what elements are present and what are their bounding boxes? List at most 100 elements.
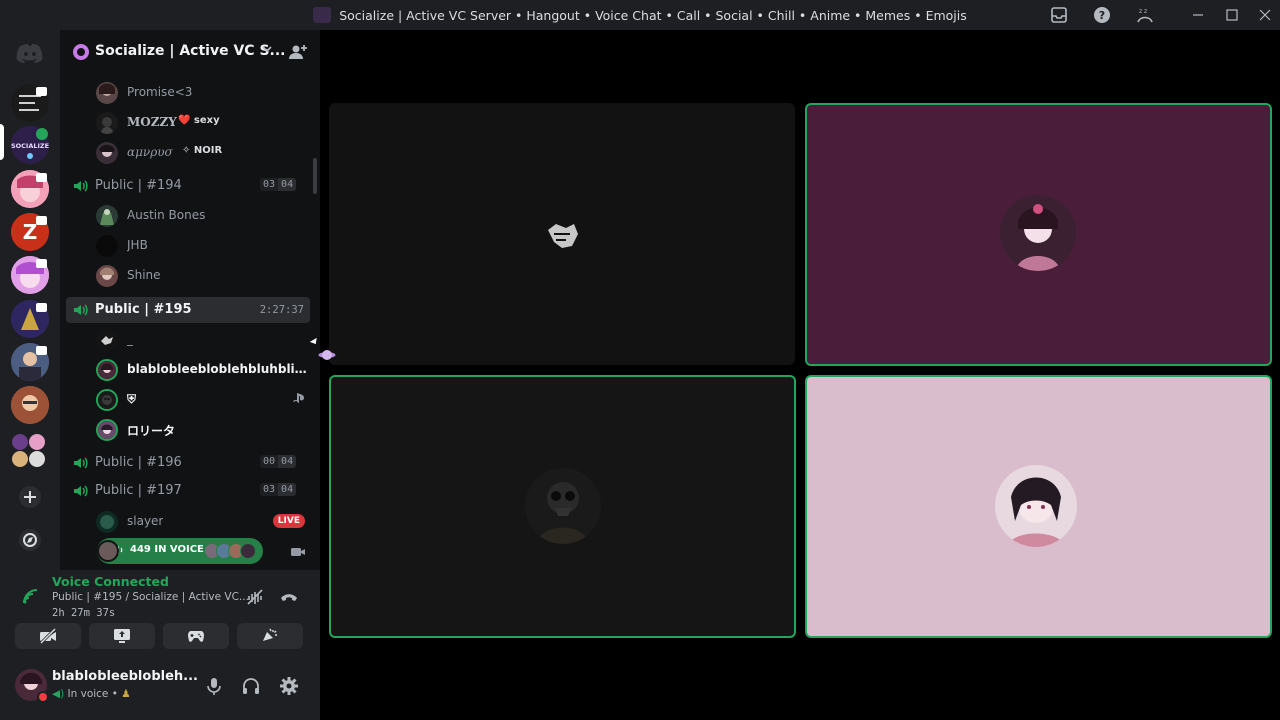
window-title-text: Socialize | Active VC Server • Hangout •…	[339, 8, 967, 23]
svg-text:Z: Z	[23, 220, 38, 244]
noise-suppression-icon[interactable]	[246, 588, 264, 606]
add-server-icon[interactable]	[18, 485, 42, 509]
server-name: Socialize | Active VC S...	[95, 43, 286, 59]
speaker-icon: ◀)	[52, 688, 65, 700]
voice-connection-panel: Voice Connected Public | #195 / Socializ…	[0, 570, 320, 656]
soundboard-button[interactable]	[237, 623, 303, 649]
voice-channel-196[interactable]: Public | #196 00 04	[66, 450, 310, 476]
voice-channel-194[interactable]: Public | #194 03 04	[66, 173, 310, 199]
gear-icon	[280, 677, 298, 695]
channel-name: Public | #197	[95, 483, 182, 498]
server-folder-icon[interactable]	[10, 430, 50, 470]
participant-avatar	[532, 204, 592, 264]
voice-user-name: ロリータ	[127, 424, 176, 438]
mute-button[interactable]	[204, 676, 224, 696]
voice-user[interactable]: Promise<3	[96, 80, 310, 106]
channel-sidebar: Socialize | Active VC S... Promise<3 MOZ…	[60, 30, 320, 570]
camera-icon[interactable]	[290, 546, 306, 558]
voice-user[interactable]: JHB	[96, 233, 310, 259]
voice-connected-label[interactable]: Voice Connected	[52, 574, 169, 589]
microphone-icon	[207, 678, 221, 695]
avatar	[97, 540, 119, 562]
inbox-icon[interactable]	[1050, 6, 1068, 24]
avatar	[96, 265, 118, 287]
user-tag: ❤️ sexy	[178, 115, 220, 126]
voice-user[interactable]: slayer LIVE	[96, 509, 310, 535]
voice-user[interactable]: blablobleebloblehbluhblible...	[96, 357, 310, 383]
camera-off-icon	[39, 628, 57, 644]
speaker-icon	[74, 304, 88, 316]
voice-user[interactable]: MOZZY ❤️ sexy	[96, 110, 310, 136]
participant-tile[interactable]	[805, 103, 1272, 366]
channel-name: Public | #196	[95, 455, 182, 470]
channel-name: Public | #194	[95, 178, 182, 193]
avatar	[96, 419, 118, 441]
avatar	[96, 329, 118, 351]
help-icon[interactable]: ?	[1093, 6, 1111, 24]
voice-active-badge	[36, 128, 48, 140]
voice-channel-195[interactable]: Public | #195 2:27:37	[66, 297, 310, 323]
server-notification-badge	[36, 216, 47, 225]
activities-button[interactable]	[163, 623, 229, 649]
server-notification-badge	[36, 303, 47, 312]
voice-user-name: _	[127, 332, 133, 346]
avatar	[96, 205, 118, 227]
voice-user[interactable]: αμνρυσ ✧ NOIR	[96, 140, 310, 166]
speaker-icon	[74, 180, 88, 192]
server-notification-badge	[36, 87, 47, 96]
voice-user-name: slayer	[127, 514, 164, 528]
server-header[interactable]: Socialize | Active VC S...	[60, 30, 320, 74]
close-button[interactable]	[1255, 5, 1275, 25]
participant-avatar	[525, 468, 601, 544]
discord-home-icon[interactable]	[16, 42, 44, 64]
active-server-indicator	[0, 124, 4, 160]
user-name[interactable]: blablobleeblobleh...	[52, 669, 198, 684]
voice-user-name: JHB	[127, 238, 148, 252]
in-voice-pill[interactable]: 449 IN VOICE	[97, 538, 263, 564]
participant-avatar	[1000, 195, 1076, 271]
voice-user[interactable]: ⛨	[96, 387, 310, 413]
participant-tile[interactable]	[805, 375, 1272, 638]
voice-user[interactable]: Shine	[96, 263, 310, 289]
server-notification-badge	[36, 259, 47, 268]
server-icon-8[interactable]	[11, 386, 49, 424]
avatar	[96, 511, 118, 533]
voice-user[interactable]: Austin Bones	[96, 203, 310, 229]
sleep-icon[interactable]: z z	[1135, 6, 1153, 24]
camera-toggle-button[interactable]	[15, 623, 81, 649]
chevron-down-icon[interactable]	[260, 42, 274, 60]
voice-user[interactable]: ロリータ	[96, 417, 310, 443]
voice-user[interactable]: _	[96, 327, 310, 353]
voice-user-name: MOZZY	[127, 115, 177, 129]
maximize-button[interactable]	[1222, 5, 1242, 25]
boost-icon	[73, 44, 89, 60]
voice-user-name: αμνρυσ	[127, 145, 173, 159]
channel-name: Public | #195	[95, 302, 192, 317]
disconnect-icon[interactable]	[279, 588, 299, 606]
voice-user-name: Promise<3	[127, 85, 193, 99]
connection-signal-icon[interactable]	[22, 588, 40, 606]
explore-servers-icon[interactable]	[18, 528, 42, 552]
participant-avatar	[995, 465, 1077, 547]
sidebar-scrollbar[interactable]	[313, 158, 317, 194]
avatar	[96, 112, 118, 134]
svg-text:z z: z z	[1139, 8, 1147, 15]
user-count-current: 03	[260, 178, 279, 191]
live-badge: LIVE	[272, 514, 305, 528]
playstation-icon	[292, 392, 306, 407]
minimize-button[interactable]	[1188, 5, 1208, 25]
in-voice-count: 449 IN VOICE	[130, 544, 204, 555]
invite-icon[interactable]	[288, 42, 308, 62]
voice-channel-197[interactable]: Public | #197 03 04	[66, 478, 310, 504]
voice-channel-path[interactable]: Public | #195 / Socialize | Active VC...	[52, 591, 249, 603]
activities-icon	[188, 631, 204, 642]
participant-tile[interactable]	[329, 103, 795, 365]
screen-share-button[interactable]	[89, 623, 155, 649]
deafen-button[interactable]	[241, 676, 261, 696]
channel-user-count: 03 04	[260, 178, 297, 191]
participant-tile[interactable]	[329, 375, 796, 638]
avatar	[96, 389, 118, 411]
user-settings-button[interactable]	[279, 676, 299, 696]
voice-stage	[320, 30, 1280, 720]
user-panel: blablobleeblobleh... ◀) In voice • ♟	[0, 656, 320, 720]
